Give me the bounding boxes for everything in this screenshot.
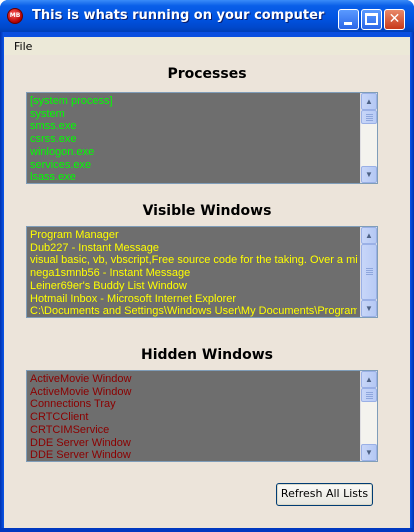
processes-items: [system process] system smss.exe csrss.exe w… [27,93,357,183]
title-bar[interactable]: MB This is whats running on your compute… [0,0,414,32]
visible-windows-scrollbar[interactable]: ▲ ▼ [360,227,377,317]
menu-bar: File [4,37,410,55]
maximize-icon [365,13,378,25]
list-item[interactable]: ActiveMovie Window [27,373,357,386]
list-item[interactable]: lsass.exe [27,171,357,183]
list-item[interactable]: Leiner69er's Buddy List Window [27,280,357,293]
minimize-button[interactable] [338,9,359,30]
processes-heading: Processes [167,66,247,82]
close-icon: ✕ [388,11,401,27]
maximize-button[interactable] [361,9,382,30]
processes-scrollbar[interactable]: ▲ ▼ [360,93,377,183]
scroll-down-icon[interactable]: ▼ [361,444,377,461]
list-item[interactable]: system [27,108,357,121]
list-item[interactable]: CRTCClient [27,411,357,424]
scroll-thumb[interactable] [361,388,377,402]
scroll-up-icon[interactable]: ▲ [361,93,377,110]
scroll-up-icon[interactable]: ▲ [361,371,377,388]
refresh-all-lists-button[interactable]: Refresh All Lists [276,483,373,506]
list-item[interactable]: nega1smnb56 - Instant Message [27,267,357,280]
close-button[interactable]: ✕ [384,9,405,30]
scroll-down-icon[interactable]: ▼ [361,166,377,183]
list-item[interactable]: csrss.exe [27,133,357,146]
processes-list[interactable]: [system process] system smss.exe csrss.exe w… [26,92,378,184]
list-item[interactable]: winlogon.exe [27,146,357,159]
visible-windows-list[interactable]: Program Manager Dub227 - Instant Message v… [26,226,378,318]
hidden-windows-heading: Hidden Windows [140,347,273,363]
list-item[interactable]: Program Manager [27,229,357,242]
visible-windows-items: Program Manager Dub227 - Instant Message v… [27,227,357,317]
list-item[interactable]: Dub227 - Instant Message [27,242,357,255]
list-item[interactable]: DDE Server Window [27,449,357,461]
list-item[interactable]: smss.exe [27,120,357,133]
list-item[interactable]: Hotmail Inbox - Microsoft Internet Explo… [27,293,357,306]
list-item[interactable]: C:\Documents and Settings\Windows User\M… [27,305,357,317]
app-icon[interactable]: MB [7,8,23,24]
list-item[interactable]: [system process] [27,95,357,108]
hidden-windows-scrollbar[interactable]: ▲ ▼ [360,371,377,461]
scroll-up-icon[interactable]: ▲ [361,227,377,244]
minimize-icon [344,22,352,25]
list-item[interactable]: Connections Tray [27,398,357,411]
scroll-down-icon[interactable]: ▼ [361,300,377,317]
window-frame-bottom [0,528,414,532]
app-window: MB This is whats running on your compute… [0,0,414,532]
client-area: File Processes [system process] system sms… [4,37,410,528]
window-frame-right [410,32,414,532]
visible-windows-heading: Visible Windows [142,203,272,219]
hidden-windows-items: ActiveMovie Window ActiveMovie Window Conn… [27,371,357,461]
list-item[interactable]: services.exe [27,159,357,172]
list-item[interactable]: visual basic, vb, vbscript,Free source c… [27,254,357,267]
scroll-thumb[interactable] [361,110,377,124]
menu-file[interactable]: File [14,40,32,53]
hidden-windows-list[interactable]: ActiveMovie Window ActiveMovie Window Conn… [26,370,378,462]
list-item[interactable]: ActiveMovie Window [27,386,357,399]
list-item[interactable]: CRTCIMService [27,424,357,437]
scroll-thumb[interactable] [361,244,377,300]
window-title: This is whats running on your computer [32,8,325,23]
list-item[interactable]: DDE Server Window [27,437,357,450]
